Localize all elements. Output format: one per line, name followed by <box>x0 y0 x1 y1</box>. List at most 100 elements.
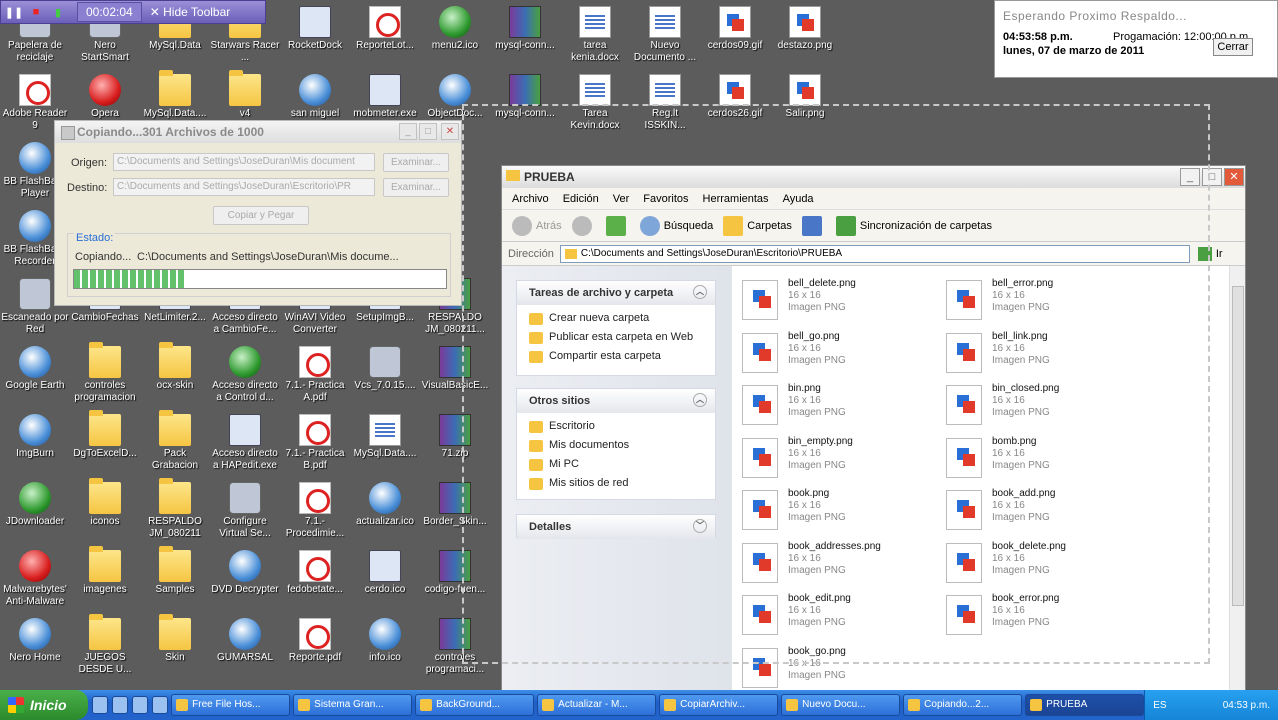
desktop-icon[interactable]: tarea kenia.docx <box>560 2 630 64</box>
desktop-icon[interactable]: 7.1.- Practica B.pdf <box>280 410 350 472</box>
taskbar-button[interactable]: Copiando...2... <box>903 694 1023 716</box>
menu-item[interactable]: Edición <box>563 193 599 205</box>
chevron-down-icon[interactable]: ﹀ <box>693 519 707 533</box>
desktop-icon[interactable]: Nero Home <box>0 614 70 664</box>
file-item[interactable]: bell_error.png 16 x 16 Imagen PNG <box>940 274 1140 326</box>
desktop-icon[interactable]: menu2.ico <box>420 2 490 52</box>
menu-item[interactable]: Archivo <box>512 193 549 205</box>
desktop-icon[interactable]: DVD Decrypter <box>210 546 280 596</box>
address-input[interactable]: C:\Documents and Settings\JoseDuran\Escr… <box>559 244 1190 263</box>
desktop-icon[interactable]: v4 <box>210 70 280 120</box>
file-item[interactable]: book_delete.png 16 x 16 Imagen PNG <box>940 537 1140 589</box>
taskbar-button[interactable]: CopiarArchiv... <box>659 694 779 716</box>
menu-item[interactable]: Ver <box>613 193 630 205</box>
taskbar-button[interactable]: Sistema Gran... <box>293 694 413 716</box>
chevron-up-icon[interactable]: ︿ <box>693 285 707 299</box>
stop-icon[interactable]: ■ <box>27 3 45 21</box>
taskbar-button[interactable]: Nuevo Docu... <box>781 694 901 716</box>
desktop-icon[interactable]: DgToExcelD... <box>70 410 140 460</box>
minimize-icon[interactable]: _ <box>1180 168 1200 186</box>
search-button[interactable]: Búsqueda <box>639 215 713 236</box>
desktop-icon[interactable]: Reporte.pdf <box>280 614 350 664</box>
up-button[interactable] <box>605 215 630 236</box>
desktop-icon[interactable]: Acceso directo a HAPedit.exe <box>210 410 280 472</box>
desktop-icon[interactable]: cerdo.ico <box>350 546 420 596</box>
folders-button[interactable]: Carpetas <box>723 215 792 236</box>
task-link[interactable]: Compartir esta carpeta <box>517 347 715 366</box>
maximize-icon[interactable]: □ <box>419 123 437 140</box>
desktop-icon[interactable]: Skin <box>140 614 210 664</box>
file-item[interactable]: bin.png 16 x 16 Imagen PNG <box>736 379 936 431</box>
desktop-icon[interactable]: destazo.png <box>770 2 840 52</box>
desktop-icon[interactable]: ObjectDoc... <box>420 70 490 120</box>
desktop-icon[interactable]: Nuevo Documento ... <box>630 2 700 64</box>
desktop-icon[interactable]: MySql.Data.... <box>350 410 420 460</box>
desktop-icon[interactable]: actualizar.ico <box>350 478 420 528</box>
desktop-icon[interactable]: Opera <box>70 70 140 120</box>
task-link[interactable]: Mi PC <box>517 455 715 474</box>
desktop-icon[interactable]: san miguel <box>280 70 350 120</box>
taskbar-button[interactable]: PRUEBA <box>1025 694 1145 716</box>
quicklaunch-icon[interactable] <box>132 696 149 714</box>
file-item[interactable]: book.png 16 x 16 Imagen PNG <box>736 484 936 536</box>
desktop-icon[interactable]: fedobetate... <box>280 546 350 596</box>
desktop-icon[interactable]: controles programacion <box>70 342 140 404</box>
pause-icon[interactable]: ❚❚ <box>5 3 23 21</box>
details-title[interactable]: Detalles ﹀ <box>517 515 715 539</box>
desktop-icon[interactable]: Salir.png <box>770 70 840 120</box>
desktop-icon[interactable]: info.ico <box>350 614 420 664</box>
desktop-icon[interactable]: ReporteLot... <box>350 2 420 52</box>
task-link[interactable]: Mis sitios de red <box>517 474 715 493</box>
desktop-icon[interactable]: 71.zip <box>420 410 490 460</box>
copy-paste-button[interactable]: Copiar y Pegar <box>213 206 309 225</box>
desktop-icon[interactable]: 7.1.- Practica A.pdf <box>280 342 350 404</box>
desktop-icon[interactable]: mysql-conn... <box>490 2 560 52</box>
file-item[interactable]: book_addresses.png 16 x 16 Imagen PNG <box>736 537 936 589</box>
desktop-icon[interactable]: ocx-skin <box>140 342 210 392</box>
desktop-icon[interactable]: imagenes <box>70 546 140 596</box>
file-item[interactable]: bin_empty.png 16 x 16 Imagen PNG <box>736 432 936 484</box>
desktop-icon[interactable]: codigo-fuen... <box>420 546 490 596</box>
origen-browse-button[interactable]: Examinar... <box>383 153 449 172</box>
notification-close-button[interactable]: Cerrar <box>1213 38 1253 56</box>
origen-field[interactable]: C:\Documents and Settings\JoseDuran\Mis … <box>113 153 375 171</box>
desktop-icon[interactable]: Border_Skin... <box>420 478 490 528</box>
desktop-icon[interactable]: Reg.lt ISSKIN... <box>630 70 700 132</box>
desktop-icon[interactable]: mobmeter.exe <box>350 70 420 120</box>
desktop-icon[interactable]: RocketDock <box>280 2 350 52</box>
desktop-icon[interactable]: GUMARSAL <box>210 614 280 664</box>
quicklaunch-icon[interactable] <box>152 696 169 714</box>
start-button[interactable]: Inicio <box>0 690 88 720</box>
desktop-icon[interactable]: JUEGOS DESDE U... <box>70 614 140 676</box>
minimize-icon[interactable]: _ <box>399 123 417 140</box>
desktop-icon[interactable]: Google Earth <box>0 342 70 392</box>
desktop-icon[interactable]: VisualBasicE... <box>420 342 490 392</box>
close-icon[interactable]: ✕ <box>441 123 459 140</box>
scroll-thumb[interactable] <box>1232 286 1244 606</box>
vertical-scrollbar[interactable] <box>1229 266 1245 691</box>
file-item[interactable]: bell_go.png 16 x 16 Imagen PNG <box>736 327 936 379</box>
maximize-icon[interactable]: □ <box>1202 168 1222 186</box>
desktop-icon[interactable]: 7.1.- Procedimie... <box>280 478 350 540</box>
menu-item[interactable]: Ayuda <box>783 193 814 205</box>
file-item[interactable]: bomb.png 16 x 16 Imagen PNG <box>940 432 1140 484</box>
destino-field[interactable]: C:\Documents and Settings\JoseDuran\Escr… <box>113 178 375 196</box>
chevron-up-icon[interactable]: ︿ <box>693 393 707 407</box>
desktop-icon[interactable]: Samples <box>140 546 210 596</box>
go-button[interactable]: Ir <box>1216 248 1223 260</box>
file-item[interactable]: book_error.png 16 x 16 Imagen PNG <box>940 589 1140 641</box>
file-item[interactable]: bin_closed.png 16 x 16 Imagen PNG <box>940 379 1140 431</box>
desktop-icon[interactable]: Malwarebytes' Anti-Malware <box>0 546 70 608</box>
menu-item[interactable]: Herramientas <box>703 193 769 205</box>
quicklaunch-icon[interactable] <box>112 696 129 714</box>
desktop-icon[interactable]: cerdos09.gif <box>700 2 770 52</box>
file-item[interactable]: book_edit.png 16 x 16 Imagen PNG <box>736 589 936 641</box>
desktop-icon[interactable]: Tarea Kevin.docx <box>560 70 630 132</box>
close-icon[interactable]: ✕ <box>1224 168 1244 186</box>
taskbar-button[interactable]: BackGround... <box>415 694 535 716</box>
menu-item[interactable]: Favoritos <box>643 193 688 205</box>
file-item[interactable]: book_go.png 16 x 16 Imagen PNG <box>736 642 936 692</box>
task-link[interactable]: Escritorio <box>517 417 715 436</box>
task-link[interactable]: Mis documentos <box>517 436 715 455</box>
desktop-icon[interactable]: iconos <box>70 478 140 528</box>
